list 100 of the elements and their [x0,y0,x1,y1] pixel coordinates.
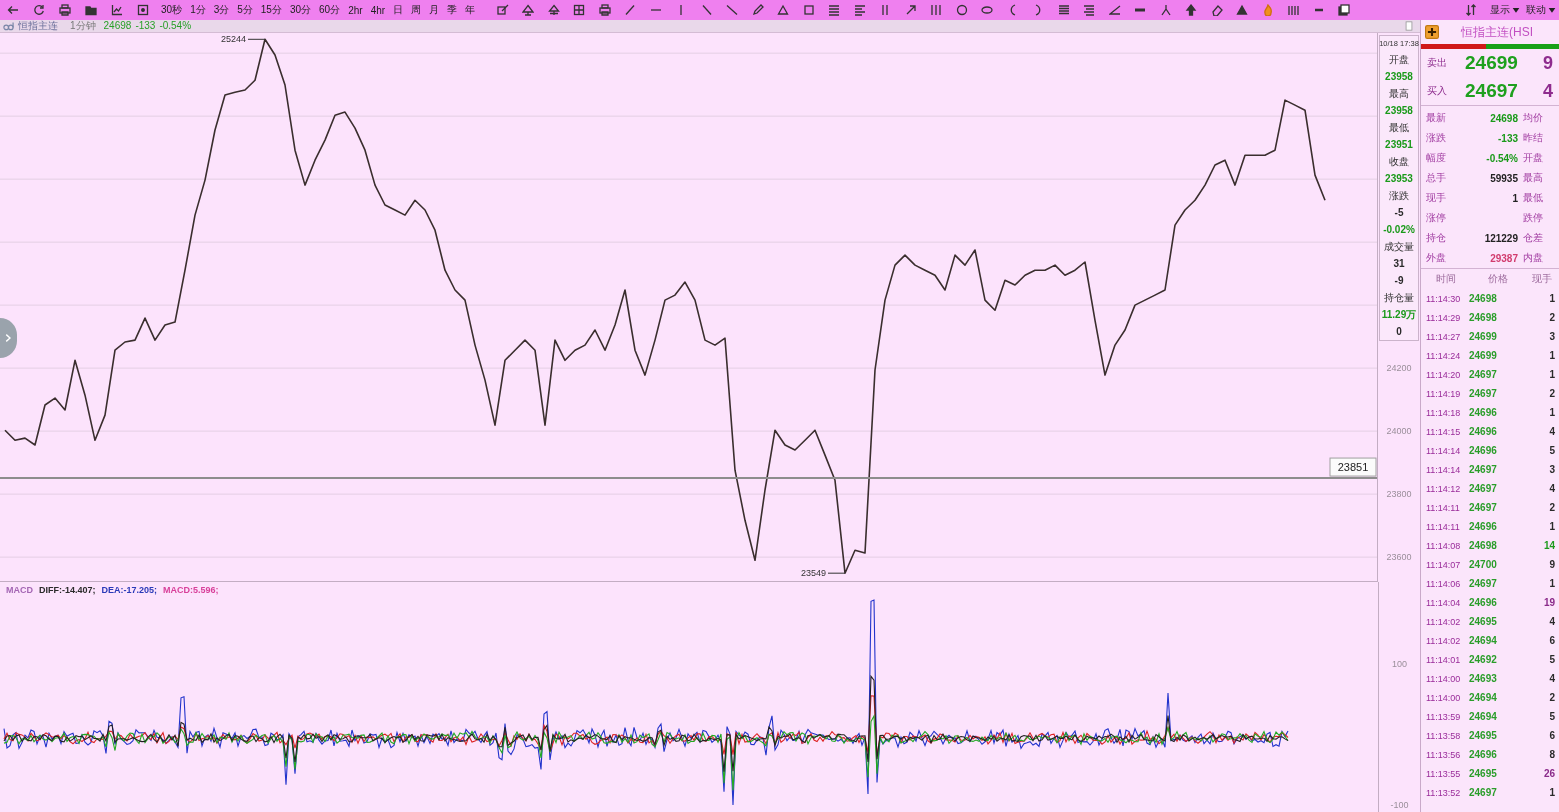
filled-triangle-icon[interactable] [1236,4,1249,16]
tick-time: 11:14:08 [1426,540,1462,551]
info-label: 最高 [1389,87,1409,101]
menu-button[interactable]: 显示 [1487,1,1523,19]
refresh-icon[interactable] [33,4,45,16]
tick-time: 11:14:00 [1426,673,1462,684]
printer-icon[interactable] [598,4,611,16]
macd-legend-text: MACD [6,585,33,595]
info-value: -9 [1394,274,1404,288]
double-loop-icon [2,20,15,32]
tick-time: 11:14:29 [1426,312,1462,323]
stat-label: 幅度 [1426,151,1447,165]
grid-box-icon[interactable] [573,4,586,16]
tick-price: 24693 [1469,673,1497,684]
tick-price: 24699 [1469,350,1497,361]
stat-label: 外盘 [1426,251,1447,265]
period-button[interactable]: 3分 [210,1,233,19]
period-button[interactable]: 1分 [187,1,209,19]
stat-label: 涨停 [1426,211,1447,225]
tick-price: 24699 [1469,331,1497,342]
period-button[interactable]: 周 [408,1,425,19]
period-button[interactable]: 30秒 [158,1,186,19]
stat-label: 开盘 [1523,151,1543,165]
period-button[interactable]: 年 [462,1,479,19]
folder-icon[interactable] [85,4,97,16]
tick-volume: 5 [1549,711,1555,722]
tick-price: 24696 [1469,521,1497,532]
price-callout: 23549 [800,568,846,579]
period-button[interactable]: 日 [390,1,407,19]
macd-legend-text: MACD:5.596; [163,585,219,595]
caret-down-icon [1548,6,1556,14]
order-price: 24697 [1465,80,1518,102]
period-button[interactable]: 2hr [345,1,366,19]
stacked-lines-icon[interactable] [1083,4,1096,16]
tick-price: 24696 [1469,749,1497,760]
pyramid-icon[interactable] [522,4,535,16]
dotted-box-icon[interactable] [137,4,149,16]
tick-price: 24697 [1469,483,1497,494]
pencil-icon[interactable] [751,4,764,16]
line-chart-icon[interactable] [111,4,123,16]
circle-icon[interactable] [955,4,968,16]
tick-price: 24694 [1469,635,1497,646]
tick-volume: 2 [1549,502,1555,513]
plus-icon[interactable] [1425,25,1439,39]
tick-price: 24695 [1469,730,1497,741]
tick-price: 24697 [1469,787,1497,798]
period-button[interactable]: 4hr [367,1,389,19]
layered-square-icon[interactable] [1338,4,1351,16]
sort-arrows-icon[interactable] [1465,4,1477,16]
info-label: 持仓量 [1384,291,1414,305]
bars-icon[interactable] [1287,4,1300,16]
square-icon[interactable] [802,4,815,16]
stacked-lines-icon[interactable] [853,4,866,16]
caret-down-icon [1512,6,1520,14]
stat-label: 最新 [1426,111,1447,125]
expand-handle[interactable] [0,318,17,358]
bars-icon[interactable] [930,4,943,16]
menu-button[interactable]: 联动 [1523,1,1559,19]
stacked-lines-icon[interactable] [1057,4,1070,16]
ellipse-icon[interactable] [981,4,994,16]
tick-volume: 1 [1549,350,1555,361]
backslash-line-icon[interactable] [700,4,713,16]
period-button[interactable]: 15分 [257,1,285,19]
back-arrow-icon[interactable] [7,4,19,16]
diagonal-arrow-icon[interactable] [904,4,917,16]
tick-volume: 2 [1549,388,1555,399]
period-button[interactable]: 季 [444,1,461,19]
tick-volume: 1 [1549,787,1555,798]
tick-volume: 26 [1543,768,1555,779]
order-price: 24699 [1465,52,1518,74]
axis-label: 24200 [1385,362,1413,374]
triangle-icon[interactable] [777,4,790,16]
tick-volume: 2 [1549,312,1555,323]
stacked-lines-icon[interactable] [828,4,841,16]
chevron-right-icon [4,332,13,344]
period-button[interactable]: 5分 [234,1,256,19]
tick-volume: 6 [1549,635,1555,646]
up-arrow-icon[interactable] [1185,4,1198,16]
slash-line-icon[interactable] [624,4,637,16]
tick-price: 24697 [1469,369,1497,380]
stat-label: 均价 [1523,111,1543,125]
tick-time: 11:13:59 [1426,711,1462,722]
tick-volume: 9 [1549,559,1555,570]
tick-time: 11:14:07 [1426,559,1462,570]
order-label: 卖出 [1427,56,1448,70]
pyramid-icon[interactable] [547,4,560,16]
eraser-icon[interactable] [1210,4,1223,16]
period-button[interactable]: 月 [426,1,443,19]
tick-time: 11:14:18 [1426,407,1462,418]
stat-label: 最高 [1523,171,1543,185]
printer-icon[interactable] [59,4,71,16]
order-volume: 4 [1543,80,1553,102]
edit-square-icon[interactable] [496,4,509,16]
fork-icon[interactable] [1159,4,1172,16]
period-button[interactable]: 60分 [316,1,344,19]
tick-time: 11:14:24 [1426,350,1462,361]
angle-icon[interactable] [1108,4,1121,16]
backslash-line-icon[interactable] [726,4,739,16]
tick-volume: 3 [1549,331,1555,342]
period-button[interactable]: 30分 [286,1,315,19]
